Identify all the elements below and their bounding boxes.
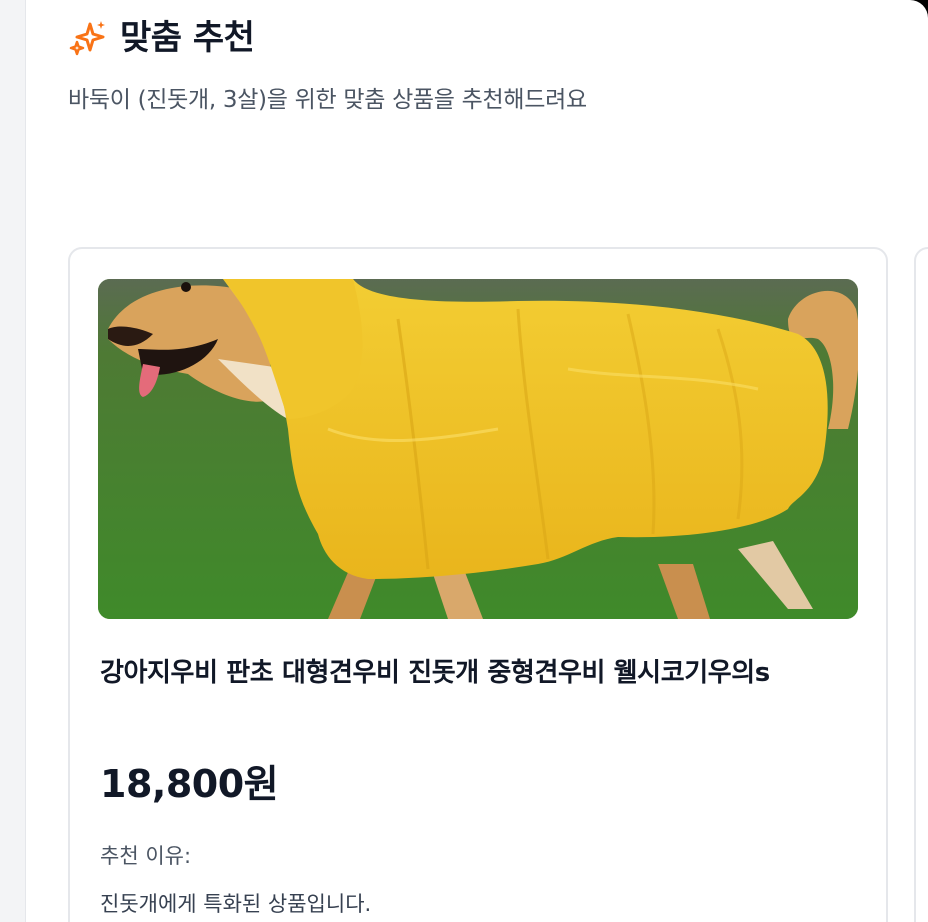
product-image[interactable] [98, 279, 858, 619]
sidebar-edge [0, 0, 26, 922]
product-card[interactable]: 강아지우비 판초 대형견우비 진돗개 중형견우비 웰시코기우의s 18,800원… [68, 247, 888, 922]
sparkle-icon [68, 18, 108, 58]
recommendation-reason-label: 추천 이유: [100, 844, 192, 868]
product-price: 18,800원 [100, 762, 279, 806]
recommendation-panel: 맞춤 추천 바둑이 (진돗개, 3살)을 위한 맞춤 상품을 추천해드려요 강아… [26, 0, 928, 922]
product-name[interactable]: 강아지우비 판초 대형견우비 진돗개 중형견우비 웰시코기우의s [100, 647, 860, 699]
section-header: 맞춤 추천 [68, 16, 255, 60]
section-title: 맞춤 추천 [120, 18, 255, 58]
recommendation-reason-text: 진돗개에게 특화된 상품입니다. [100, 892, 372, 916]
app-frame: 맞춤 추천 바둑이 (진돗개, 3살)을 위한 맞춤 상품을 추천해드려요 강아… [0, 0, 928, 922]
product-card-next[interactable] [914, 247, 928, 922]
section-subtitle: 바둑이 (진돗개, 3살)을 위한 맞춤 상품을 추천해드려요 [68, 87, 587, 113]
